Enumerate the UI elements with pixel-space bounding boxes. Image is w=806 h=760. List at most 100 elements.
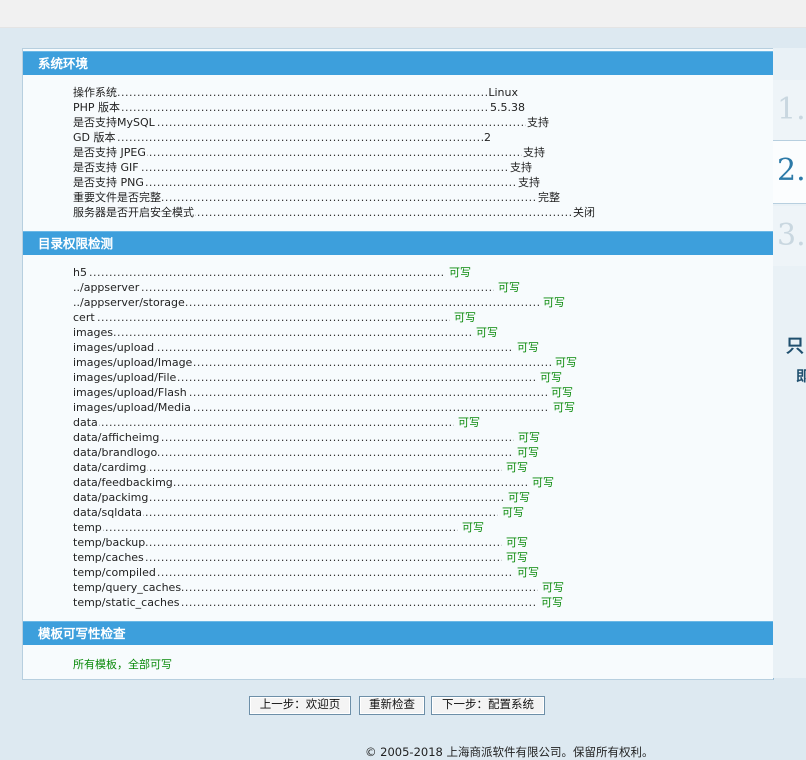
dir-row: ........................................… bbox=[73, 535, 528, 550]
dir-value: 可写 bbox=[549, 400, 575, 415]
side-text-1: 只 bbox=[786, 336, 804, 357]
dir-row: ........................................… bbox=[73, 565, 539, 580]
leader-dots: ........................................… bbox=[73, 311, 476, 324]
dir-label: images/upload/Image bbox=[73, 356, 194, 369]
dir-row: ........................................… bbox=[73, 370, 562, 385]
dir-label: temp/compiled bbox=[73, 566, 157, 579]
dir-row: ........................................… bbox=[73, 415, 480, 430]
section-title-env: 系统环境 bbox=[23, 51, 773, 75]
dir-row: ........................................… bbox=[73, 310, 476, 325]
dir-row: ........................................… bbox=[73, 340, 539, 355]
dir-value: 可写 bbox=[513, 340, 539, 355]
dir-value: 可写 bbox=[458, 520, 484, 535]
env-value: 完整 bbox=[537, 190, 560, 205]
prev-step-button[interactable]: 上一步：欢迎页 bbox=[249, 696, 351, 715]
dir-value: 可写 bbox=[537, 595, 563, 610]
step-3: 3. bbox=[773, 206, 806, 266]
dir-label: data bbox=[73, 416, 99, 429]
dir-label: data/brandlogo bbox=[73, 446, 159, 459]
copyright-footer: © 2005-2018 上海商派软件有限公司。保留所有权利。 bbox=[365, 745, 654, 759]
dir-row: ........................................… bbox=[73, 355, 577, 370]
env-label: 重要文件是否完整 bbox=[73, 191, 162, 204]
env-value: 支持 bbox=[509, 160, 532, 175]
dir-label: temp/backup bbox=[73, 536, 147, 549]
env-row: ........................................… bbox=[73, 175, 540, 190]
leader-dots: ........................................… bbox=[73, 416, 480, 429]
leader-dots: ........................................… bbox=[73, 281, 520, 294]
dir-row: ........................................… bbox=[73, 295, 565, 310]
dir-label: ../appserver/storage bbox=[73, 296, 186, 309]
dir-row: ........................................… bbox=[73, 475, 554, 490]
dir-value: 可写 bbox=[551, 355, 577, 370]
dir-row: ........................................… bbox=[73, 280, 520, 295]
recheck-button[interactable]: 重新检查 bbox=[359, 696, 425, 715]
check-panel: 系统环境 ...................................… bbox=[22, 48, 774, 680]
env-value: 支持 bbox=[522, 145, 545, 160]
dir-row: ........................................… bbox=[73, 520, 484, 535]
dir-row: ........................................… bbox=[73, 505, 524, 520]
env-value: 2 bbox=[483, 130, 491, 145]
step-1: 1. bbox=[773, 80, 806, 140]
dir-label: h5 bbox=[73, 266, 88, 279]
dir-label: data/afficheimg bbox=[73, 431, 161, 444]
env-label: 是否支持MySQL bbox=[73, 116, 156, 129]
dir-row: ........................................… bbox=[73, 550, 528, 565]
dir-value: 可写 bbox=[547, 385, 573, 400]
env-label: GD 版本 bbox=[73, 131, 117, 144]
section-title-template: 模板可写性检查 bbox=[23, 621, 773, 645]
env-value: 5.5.38 bbox=[489, 100, 525, 115]
dir-row: ........................................… bbox=[73, 460, 528, 475]
side-text-2: 即 bbox=[796, 369, 806, 385]
env-row: ........................................… bbox=[73, 160, 532, 175]
next-step-button[interactable]: 下一步：配置系统 bbox=[431, 696, 545, 715]
leader-dots: ........................................… bbox=[73, 131, 491, 144]
dir-row: ........................................… bbox=[73, 580, 564, 595]
dir-label: data/packimg bbox=[73, 491, 150, 504]
dir-label: data/cardimg bbox=[73, 461, 148, 474]
dir-value: 可写 bbox=[538, 580, 564, 595]
leader-dots: ........................................… bbox=[73, 161, 532, 174]
dir-label: images bbox=[73, 326, 114, 339]
dir-value: 可写 bbox=[513, 445, 539, 460]
dir-value: 可写 bbox=[502, 550, 528, 565]
leader-dots: ........................................… bbox=[73, 86, 518, 99]
dir-value: 可写 bbox=[494, 280, 520, 295]
dir-value: 可写 bbox=[502, 535, 528, 550]
dir-label: temp/caches bbox=[73, 551, 145, 564]
dir-value: 可写 bbox=[528, 475, 554, 490]
dir-label: temp bbox=[73, 521, 103, 534]
env-value: 支持 bbox=[517, 175, 540, 190]
dir-row: ........................................… bbox=[73, 400, 575, 415]
leader-dots: ........................................… bbox=[73, 101, 525, 114]
env-label: 操作系统 bbox=[73, 86, 118, 99]
env-row: ........................................… bbox=[73, 205, 595, 220]
env-label: PHP 版本 bbox=[73, 101, 122, 114]
env-label: 是否支持 GIF bbox=[73, 161, 140, 174]
env-row: ........................................… bbox=[73, 190, 560, 205]
dir-value: 可写 bbox=[472, 325, 498, 340]
env-value: Linux bbox=[487, 85, 518, 100]
action-buttons: 上一步：欢迎页 重新检查 下一步：配置系统 bbox=[0, 696, 806, 715]
dir-value: 可写 bbox=[445, 265, 471, 280]
env-value: 支持 bbox=[526, 115, 549, 130]
top-bar bbox=[0, 0, 806, 28]
leader-dots: ........................................… bbox=[73, 266, 471, 279]
dir-value: 可写 bbox=[454, 415, 480, 430]
dir-row: ........................................… bbox=[73, 265, 471, 280]
dir-label: cert bbox=[73, 311, 96, 324]
dir-value: 可写 bbox=[450, 310, 476, 325]
dir-value: 可写 bbox=[536, 370, 562, 385]
env-row: ........................................… bbox=[73, 85, 518, 100]
dir-value: 可写 bbox=[498, 505, 524, 520]
env-value: 关闭 bbox=[572, 205, 595, 220]
dir-label: ../appserver bbox=[73, 281, 141, 294]
dir-label: temp/query_caches bbox=[73, 581, 183, 594]
env-label: 是否支持 PNG bbox=[73, 176, 145, 189]
env-row: ........................................… bbox=[73, 145, 545, 160]
step-2-current: 2. bbox=[773, 140, 806, 204]
dir-value: 可写 bbox=[502, 460, 528, 475]
env-label: 服务器是否开启安全模式 bbox=[73, 206, 195, 219]
template-result: 所有模板，全部可写 bbox=[73, 658, 172, 671]
env-row: ........................................… bbox=[73, 115, 549, 130]
dir-row: ........................................… bbox=[73, 430, 540, 445]
